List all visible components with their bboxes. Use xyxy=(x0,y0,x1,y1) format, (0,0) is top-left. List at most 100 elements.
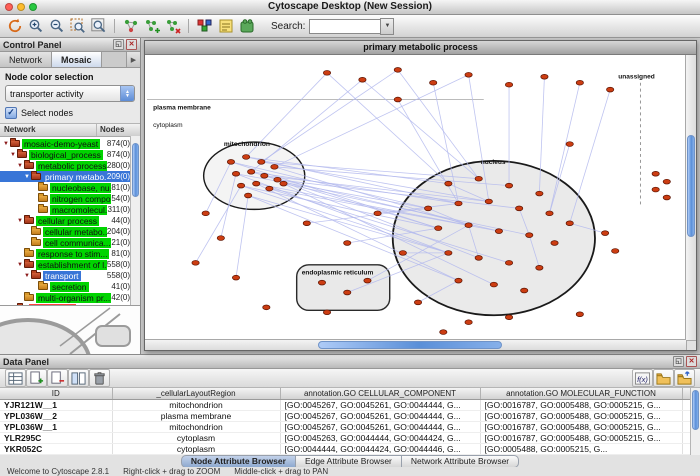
table-cell[interactable]: plasma membrane xyxy=(112,411,280,422)
table-cell[interactable]: cytoplasm xyxy=(112,433,280,444)
tree-row[interactable]: ▼transport558(0) xyxy=(0,270,140,281)
table-row[interactable]: YLR295Ccytoplasm[GO:0045263, GO:0044444,… xyxy=(0,433,700,444)
destroy-network-view-button[interactable] xyxy=(162,17,183,36)
table-cell[interactable]: [GO:0045267, GO:0045261, GO:0044444, G..… xyxy=(280,400,480,411)
close-panel-icon[interactable]: ✕ xyxy=(126,39,137,50)
network-node[interactable] xyxy=(495,229,502,234)
tree-row[interactable]: macromolecul...311(0) xyxy=(0,204,140,215)
network-node[interactable] xyxy=(505,315,512,320)
expander-icon[interactable]: ▼ xyxy=(16,163,24,169)
network-node[interactable] xyxy=(359,77,366,82)
network-node[interactable] xyxy=(202,211,209,216)
tree-header-network[interactable]: Network xyxy=(0,124,97,136)
network-node[interactable] xyxy=(516,206,523,211)
network-node[interactable] xyxy=(536,265,543,270)
table-cell[interactable]: cytoplasm xyxy=(112,444,280,455)
table-cell[interactable]: mitochondrion xyxy=(112,422,280,433)
control-panel-header[interactable]: Control Panel ◱ ✕ xyxy=(0,38,140,52)
table-cell[interactable]: YKR052C xyxy=(0,444,112,455)
column-header[interactable]: ID xyxy=(0,388,112,400)
network-node[interactable] xyxy=(394,97,401,102)
table-cell[interactable]: [GO:0045267, GO:0045261, GO:0044444, G..… xyxy=(280,422,480,433)
delete-entries-button[interactable] xyxy=(89,369,110,387)
network-node[interactable] xyxy=(566,142,573,147)
network-node[interactable] xyxy=(258,160,265,165)
network-edge[interactable] xyxy=(327,73,448,184)
canvas-hscroll-thumb[interactable] xyxy=(318,341,502,349)
network-node[interactable] xyxy=(526,233,533,238)
network-node[interactable] xyxy=(505,183,512,188)
network-view-title[interactable]: primary metabolic process xyxy=(145,41,696,55)
network-node[interactable] xyxy=(536,191,543,196)
zoom-fit-button[interactable] xyxy=(88,17,109,36)
zoom-out-button[interactable] xyxy=(46,17,67,36)
attribute-equation-button[interactable]: f(x) xyxy=(632,369,653,387)
table-row[interactable]: YPL036W__2plasma membrane[GO:0045267, GO… xyxy=(0,411,700,422)
network-node[interactable] xyxy=(612,249,619,254)
expander-icon[interactable]: ▼ xyxy=(16,262,24,268)
table-cell[interactable]: [GO:0045267, GO:0045261, GO:0044444, G..… xyxy=(280,411,480,422)
network-node[interactable] xyxy=(663,195,670,200)
canvas-horizontal-scrollbar[interactable] xyxy=(145,339,686,350)
network-node[interactable] xyxy=(465,72,472,77)
network-node[interactable] xyxy=(237,183,244,188)
table-cell[interactable]: [GO:0016787, GO:0005488, GO:0005215, G..… xyxy=(480,411,682,422)
table-cell[interactable]: YPL036W__1 xyxy=(0,422,112,433)
column-header[interactable]: annotation.GO MOLECULAR_FUNCTION xyxy=(480,388,682,400)
tree-row[interactable]: ▼biological_process874(0) xyxy=(0,149,140,160)
network-node[interactable] xyxy=(465,223,472,228)
combobox-arrows-icon[interactable]: ▲▼ xyxy=(120,86,134,101)
table-cell[interactable]: mitochondrion xyxy=(112,455,280,456)
network-node[interactable] xyxy=(399,251,406,256)
tab-network[interactable]: Network xyxy=(0,52,52,67)
network-node[interactable] xyxy=(541,74,548,79)
network-node[interactable] xyxy=(576,80,583,85)
modify-attributes-button[interactable] xyxy=(68,369,89,387)
network-node[interactable] xyxy=(227,160,234,165)
network-node[interactable] xyxy=(607,87,614,92)
zoom-in-button[interactable] xyxy=(25,17,46,36)
network-edge[interactable] xyxy=(362,80,478,179)
plugins-button[interactable] xyxy=(236,17,257,36)
expander-icon[interactable]: ▼ xyxy=(16,218,24,224)
table-cell[interactable]: YJR121W__1 xyxy=(0,400,112,411)
expander-icon[interactable]: ▼ xyxy=(23,273,31,279)
network-node[interactable] xyxy=(245,193,252,198)
close-data-panel-icon[interactable]: ✕ xyxy=(686,356,697,367)
network-node[interactable] xyxy=(217,236,224,241)
network-node[interactable] xyxy=(248,169,255,174)
column-header[interactable]: _cellularLayoutRegion xyxy=(112,388,280,400)
table-scrollbar-thumb[interactable] xyxy=(692,390,699,430)
delete-attribute-button[interactable] xyxy=(47,369,68,387)
network-node[interactable] xyxy=(242,155,249,160)
table-cell[interactable]: [GO:0016787, GO:0005488, GO:0005215, G..… xyxy=(480,433,682,444)
network-node[interactable] xyxy=(318,280,325,285)
network-node[interactable] xyxy=(505,260,512,265)
network-node[interactable] xyxy=(566,221,573,226)
network-node[interactable] xyxy=(263,305,270,310)
network-node[interactable] xyxy=(323,310,330,315)
network-node[interactable] xyxy=(344,290,351,295)
float-panel-icon[interactable]: ◱ xyxy=(113,39,124,50)
network-node[interactable] xyxy=(394,67,401,72)
tree-row[interactable]: multi-organism pr...42(0) xyxy=(0,292,140,303)
table-cell[interactable]: [GO:0044444, GO:0044424, GO:0044446, G..… xyxy=(280,444,480,455)
network-node[interactable] xyxy=(430,80,437,85)
table-row[interactable]: YPL036W__1mitochondrion[GO:0045267, GO:0… xyxy=(0,422,700,433)
network-node[interactable] xyxy=(253,181,260,186)
table-row[interactable]: YJR121W__1mitochondrion[GO:0045267, GO:0… xyxy=(0,400,700,411)
network-node[interactable] xyxy=(465,320,472,325)
title-bar[interactable]: Cytoscape Desktop (New Session) xyxy=(0,0,700,15)
table-scrollbar[interactable] xyxy=(690,388,700,455)
network-node[interactable] xyxy=(232,171,239,176)
network-node[interactable] xyxy=(455,201,462,206)
network-node[interactable] xyxy=(364,278,371,283)
network-node[interactable] xyxy=(551,241,558,246)
network-node[interactable] xyxy=(323,70,330,75)
tree-scrollbar[interactable] xyxy=(130,136,140,305)
network-node[interactable] xyxy=(576,312,583,317)
network-node[interactable] xyxy=(344,241,351,246)
vizmapper-button[interactable] xyxy=(194,17,215,36)
network-node[interactable] xyxy=(414,300,421,305)
network-node[interactable] xyxy=(303,221,310,226)
